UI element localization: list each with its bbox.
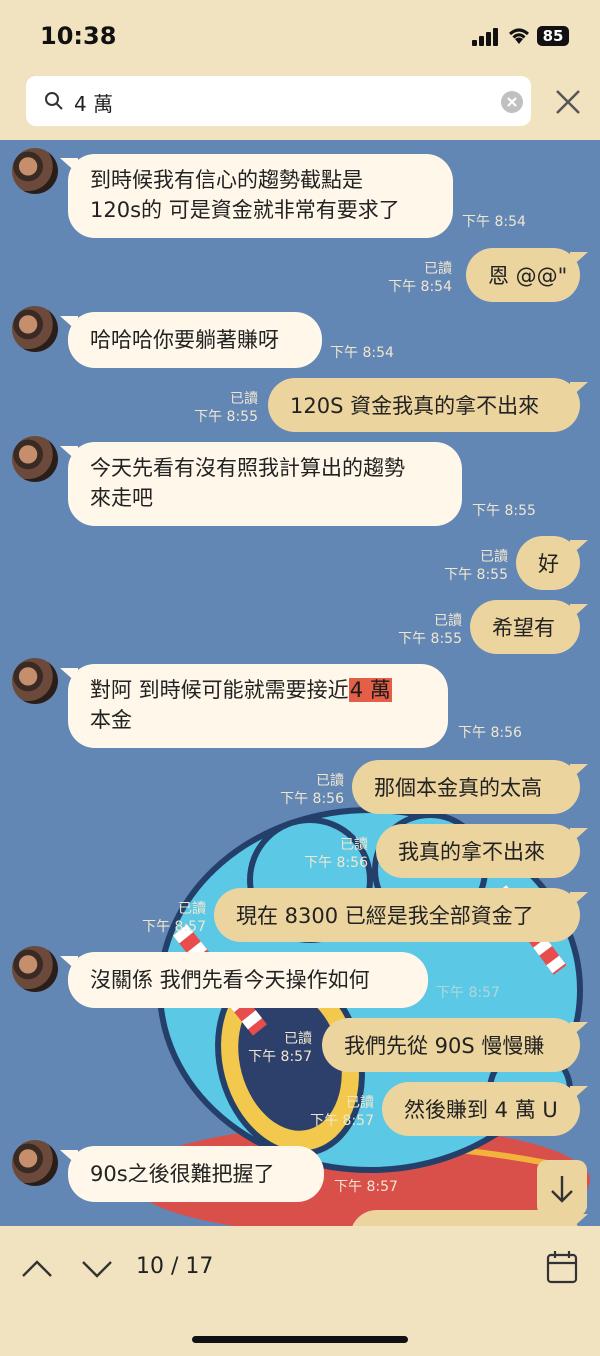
scroll-to-bottom-icon	[551, 1176, 573, 1203]
message-time: 下午 8:54	[330, 345, 394, 361]
clock: 10:38	[40, 22, 117, 50]
read-receipt: 已讀	[178, 901, 206, 917]
message-bubble[interactable]: 希望有	[470, 600, 580, 654]
message-bubble[interactable]: 然後賺到 4 萬 U	[382, 1082, 580, 1136]
message-text: 沒關係 我們先看今天操作如何	[90, 968, 370, 992]
message-time: 下午 8:57	[334, 1179, 398, 1195]
avatar[interactable]	[12, 1140, 58, 1186]
message-text: 120s的 可是資金就非常有要求了	[90, 198, 400, 222]
search-highlight: 4 萬	[348, 678, 392, 702]
message-time: 下午 8:57	[310, 1113, 374, 1129]
message-bubble[interactable]: 好	[516, 536, 580, 590]
message-time: 下午 8:56	[304, 855, 368, 871]
read-receipt: 已讀	[284, 1031, 312, 1047]
avatar[interactable]	[12, 148, 58, 194]
status-bar: 10:38 85	[0, 0, 600, 70]
message-time: 下午 8:57	[436, 985, 500, 1001]
avatar[interactable]	[12, 306, 58, 352]
read-receipt: 已讀	[340, 837, 368, 853]
message-time: 下午 8:55	[472, 503, 536, 519]
read-receipt: 已讀	[346, 1095, 374, 1111]
read-receipt: 已讀	[316, 773, 344, 789]
message-time: 下午 8:54	[388, 279, 452, 295]
chevron-down-icon[interactable]	[80, 1256, 114, 1280]
wifi-icon	[509, 28, 529, 44]
message-time: 下午 8:56	[280, 791, 344, 807]
message-time: 下午 8:57	[248, 1049, 312, 1065]
message-time: 下午 8:54	[462, 214, 526, 230]
search-query: 4 萬	[74, 92, 114, 116]
home-indicator	[192, 1336, 408, 1343]
chevron-up-icon[interactable]	[20, 1256, 54, 1280]
chat-area[interactable]: 到時候我有信心的趨勢截點是 120s的 可是資金就非常有要求了 下午 8:54 …	[0, 140, 600, 1226]
message-time: 下午 8:55	[444, 567, 508, 583]
read-receipt: 已讀	[230, 391, 258, 407]
message-text: 我真的拿不出來	[398, 840, 545, 864]
message-text: 現在 8300 已經是我全部資金了	[236, 904, 534, 928]
message-text: 恩 @@"	[488, 264, 568, 288]
message-time: 下午 8:57	[142, 919, 206, 935]
message-text: 對阿 到時候可能就需要接近	[90, 678, 349, 702]
message-text: 那個本金真的太高	[374, 776, 542, 800]
message-text: 好	[538, 552, 559, 576]
message-bubble[interactable]: 哈哈哈你要躺著賺呀	[68, 312, 322, 368]
message-bubble[interactable]: 120S 資金我真的拿不出來	[268, 378, 580, 432]
cellular-signal-icon	[472, 28, 500, 46]
message-bubble[interactable]: 沒關係 我們先看今天操作如何	[68, 952, 428, 1008]
message-text: 哈哈哈你要躺著賺呀	[90, 328, 279, 352]
message-text: 來走吧	[90, 486, 153, 510]
message-bubble[interactable]: 今天先看有沒有照我計算出的趨勢 來走吧	[68, 442, 462, 526]
message-bubble[interactable]: 到時候我有信心的趨勢截點是 120s的 可是資金就非常有要求了	[68, 154, 453, 238]
avatar[interactable]	[12, 436, 58, 482]
close-icon[interactable]	[552, 86, 584, 118]
read-receipt: 已讀	[424, 261, 452, 277]
result-counter: 10 / 17	[136, 1254, 214, 1279]
message-text: 然後賺到 4 萬 U	[404, 1098, 558, 1122]
battery-icon: 85	[537, 26, 569, 46]
message-text: 本金	[90, 708, 132, 732]
message-text: 希望有	[492, 616, 555, 640]
message-text: 到時候我有信心的趨勢截點是	[90, 168, 363, 192]
message-bubble[interactable]: 我們先從 90S 慢慢賺	[322, 1018, 580, 1072]
message-time: 下午 8:56	[458, 725, 522, 741]
message-bubble[interactable]: 恩 @@"	[466, 248, 580, 302]
message-time: 下午 8:55	[194, 409, 258, 425]
read-receipt: 已讀	[480, 549, 508, 565]
scroll-to-bottom-button[interactable]	[537, 1160, 587, 1216]
message-text: 120S 資金我真的拿不出來	[290, 394, 540, 418]
search-input[interactable]: 4 萬	[26, 76, 531, 126]
search-navigation-bar: 10 / 17	[0, 1226, 600, 1356]
avatar[interactable]	[12, 658, 58, 704]
message-bubble[interactable]: 90s之後很難把握了	[68, 1146, 324, 1202]
message-bubble[interactable]: 對阿 到時候可能就需要接近4 萬 本金	[68, 664, 448, 748]
message-bubble[interactable]: 我真的拿不出來	[376, 824, 580, 878]
read-receipt: 已讀	[434, 613, 462, 629]
message-text: 我們先從 90S 慢慢賺	[344, 1034, 545, 1058]
message-text: 90s之後很難把握了	[90, 1162, 275, 1186]
avatar[interactable]	[12, 946, 58, 992]
calendar-icon[interactable]	[546, 1250, 578, 1284]
magnifier-icon	[45, 92, 63, 110]
message-text: 今天先看有沒有照我計算出的趨勢	[90, 456, 405, 480]
message-time: 下午 8:55	[398, 631, 462, 647]
clear-icon[interactable]	[501, 91, 523, 113]
message-bubble[interactable]: 那個本金真的太高	[352, 760, 580, 814]
message-bubble[interactable]: 現在 8300 已經是我全部資金了	[214, 888, 580, 942]
